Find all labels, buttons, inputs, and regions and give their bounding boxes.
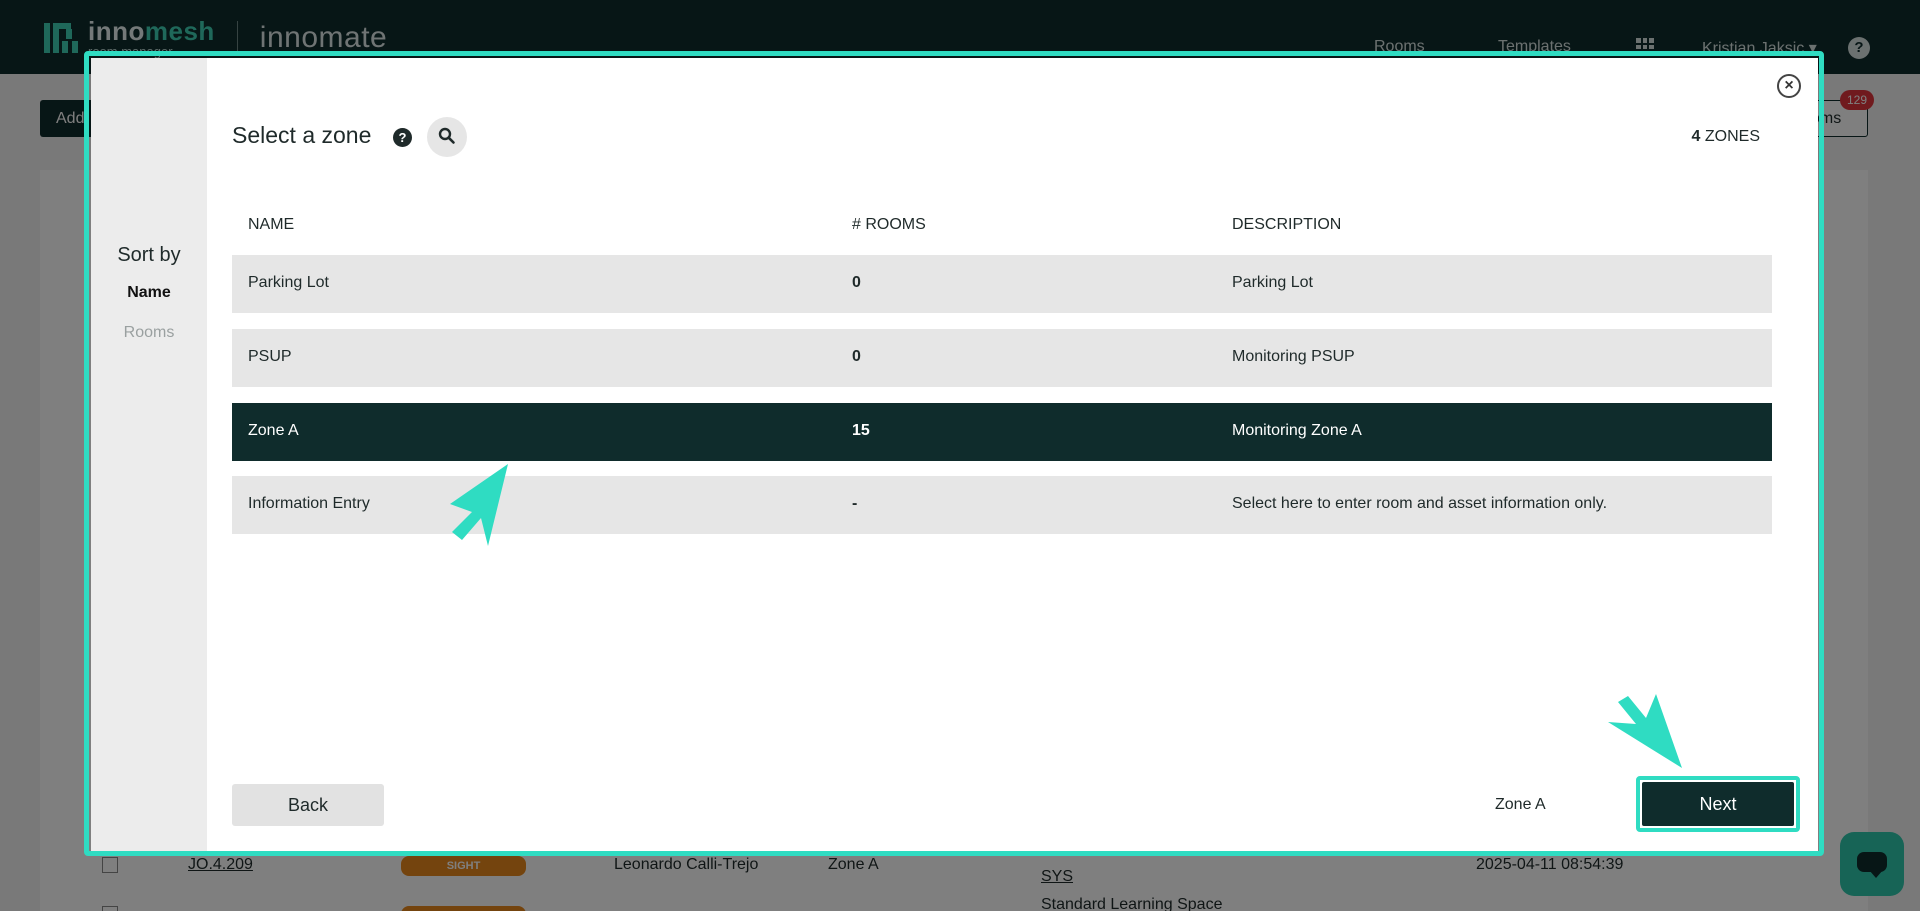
zone-description: Monitoring Zone A: [1232, 422, 1362, 439]
next-button[interactable]: Next: [1642, 782, 1794, 826]
search-icon: [438, 127, 455, 144]
pointer-arrow-icon: [1608, 694, 1682, 768]
zone-row-selected[interactable]: Zone A 15 Monitoring Zone A: [232, 403, 1772, 461]
column-name-header[interactable]: NAME: [248, 216, 294, 234]
selected-zone-label: Zone A: [1495, 796, 1546, 813]
table-header: NAME # ROOMS DESCRIPTION: [232, 216, 1772, 240]
zone-name: Parking Lot: [248, 274, 329, 291]
back-button[interactable]: Back: [232, 784, 384, 826]
zone-count: 4 ZONES: [1692, 128, 1760, 146]
zone-name: Information Entry: [248, 495, 370, 512]
sort-by-name[interactable]: Name: [91, 284, 207, 302]
pointer-arrow-icon: [450, 464, 508, 546]
zone-rooms: 0: [852, 348, 861, 365]
zone-rooms: 0: [852, 274, 861, 291]
zone-description: Parking Lot: [1232, 274, 1313, 291]
sort-by-rooms[interactable]: Rooms: [91, 324, 207, 342]
column-rooms-header[interactable]: # ROOMS: [852, 216, 926, 234]
zone-count-suffix: ZONES: [1704, 128, 1760, 145]
zone-row[interactable]: Parking Lot 0 Parking Lot: [232, 255, 1772, 313]
sort-title: Sort by: [117, 244, 181, 266]
search-button[interactable]: [427, 117, 467, 157]
help-icon[interactable]: ?: [393, 128, 412, 147]
zone-name: PSUP: [248, 348, 292, 365]
zone-rooms: -: [852, 495, 858, 512]
zone-rooms: 15: [852, 422, 870, 439]
modal-title: Select a zone: [232, 122, 372, 148]
zone-description: Monitoring PSUP: [1232, 348, 1355, 365]
select-zone-modal: Sort by Name Rooms × Select a zone ? 4 Z…: [91, 58, 1818, 851]
zone-count-number: 4: [1691, 128, 1701, 145]
zone-row[interactable]: PSUP 0 Monitoring PSUP: [232, 329, 1772, 387]
zone-description: Select here to enter room and asset info…: [1232, 495, 1608, 512]
zone-name: Zone A: [248, 422, 299, 439]
sort-sidebar: Sort by Name Rooms: [91, 58, 207, 851]
column-description-header[interactable]: DESCRIPTION: [1232, 216, 1341, 234]
close-icon[interactable]: ×: [1777, 74, 1801, 98]
